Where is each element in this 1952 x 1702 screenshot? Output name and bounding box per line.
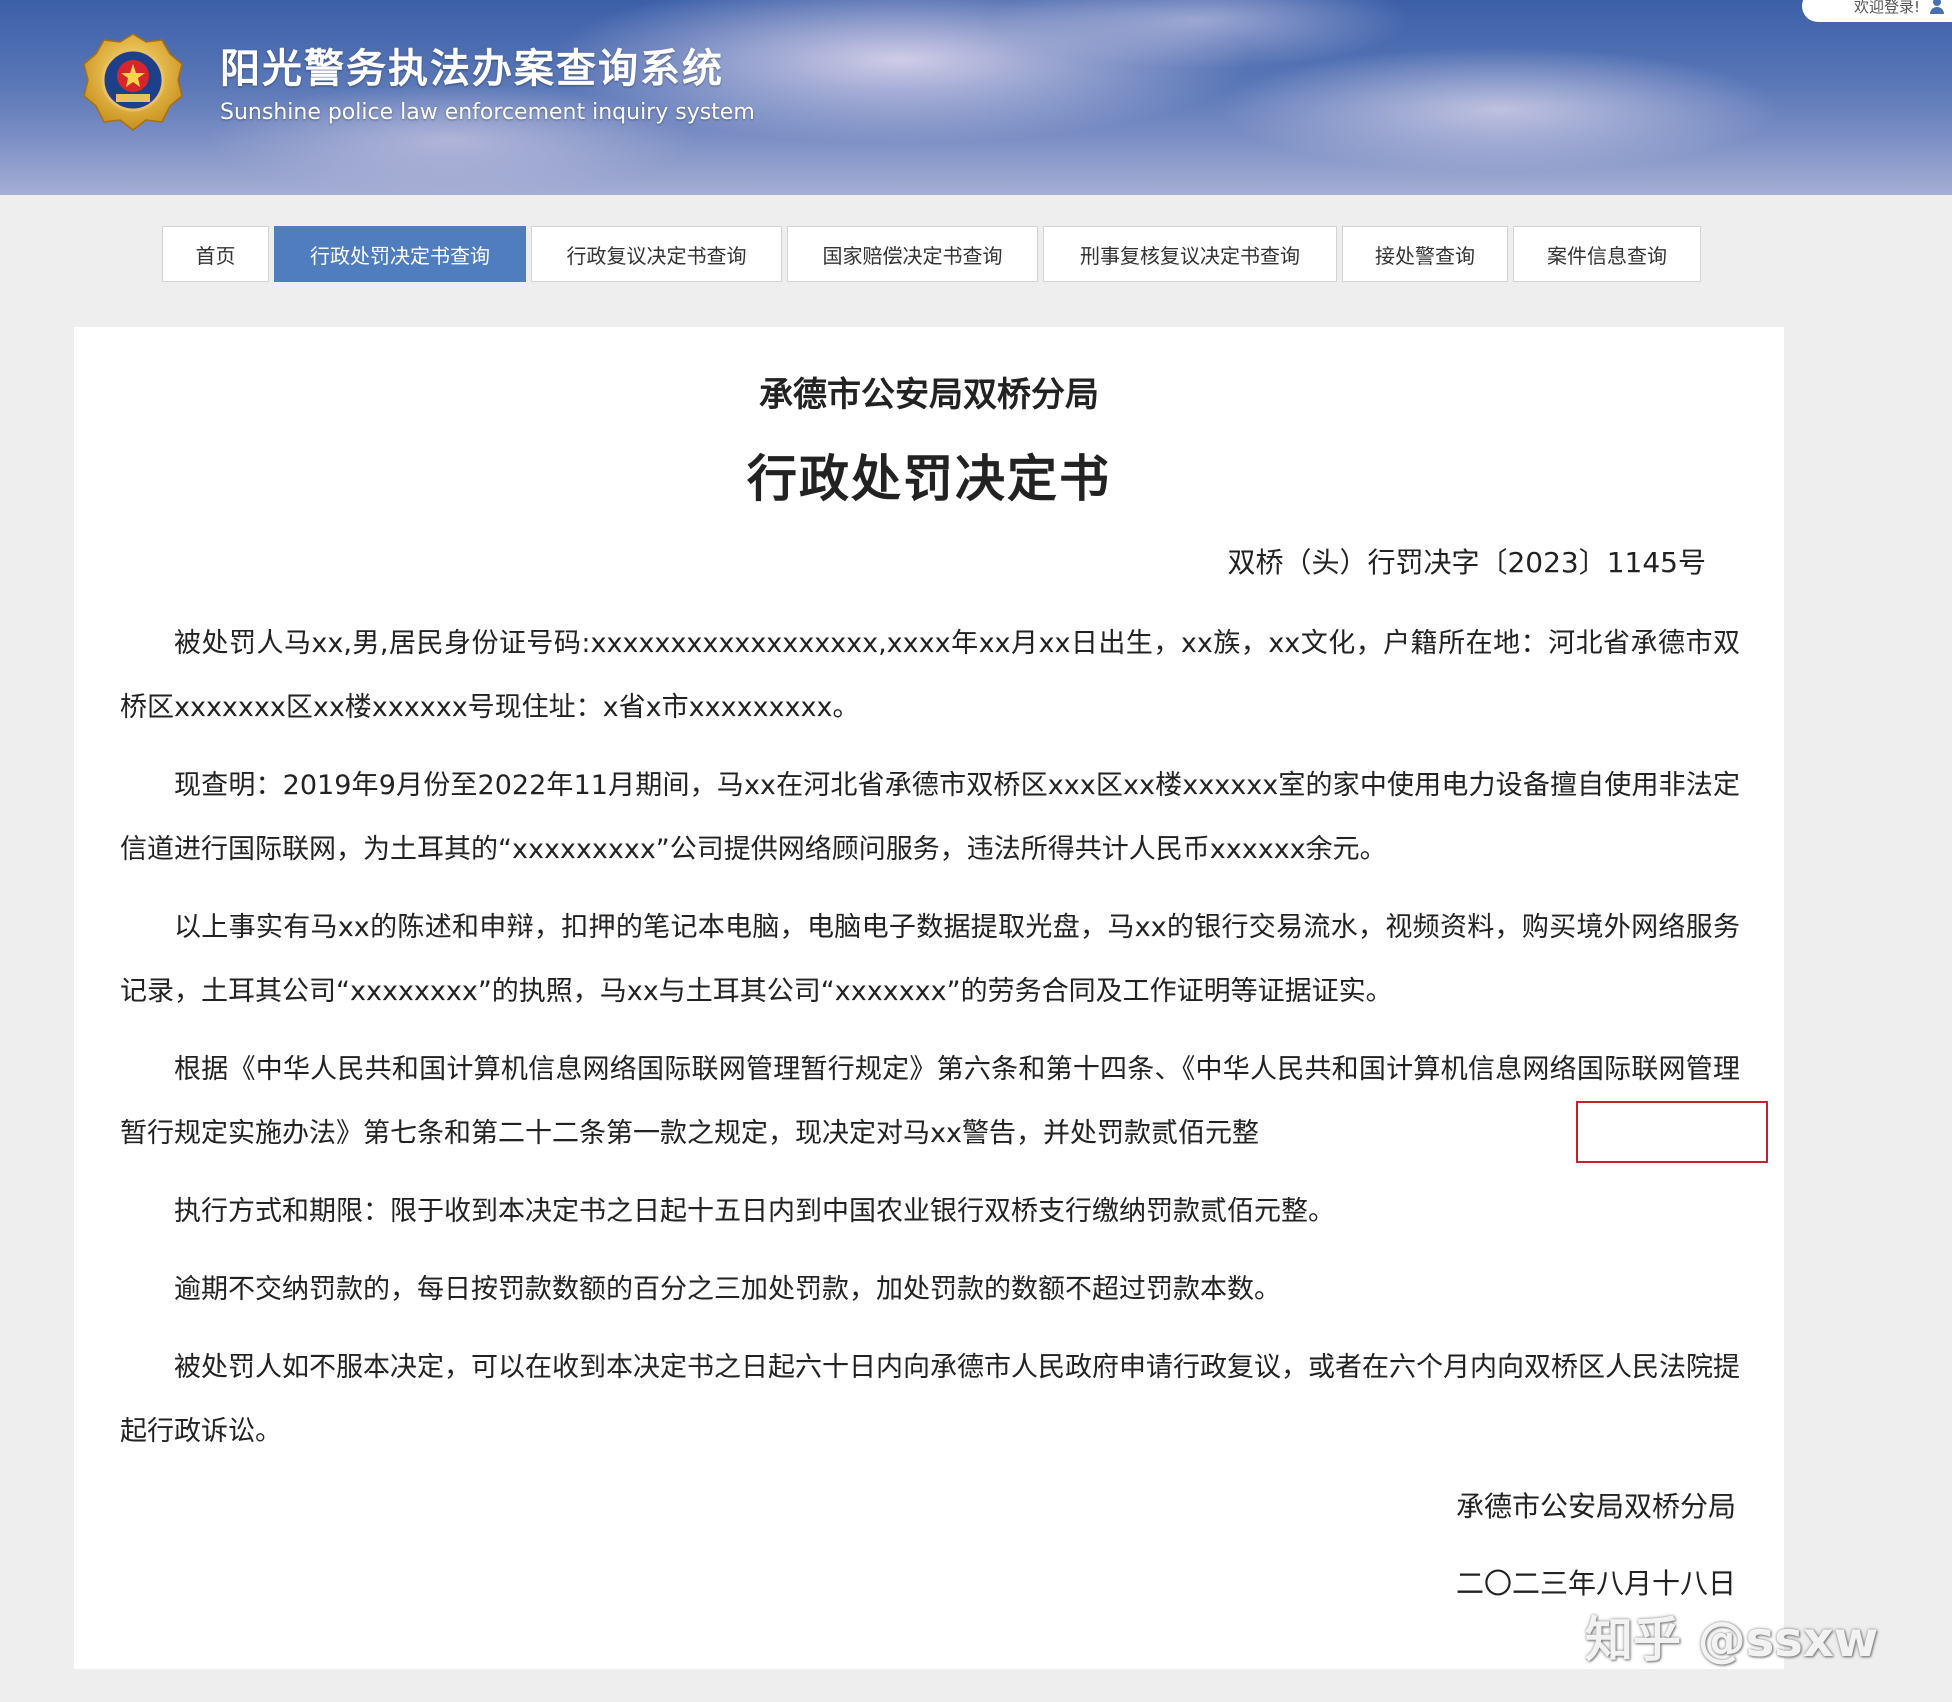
paragraph-late-penalty: 逾期不交纳罚款的，每日按罚款数额的百分之三加处罚款，加处罚款的数额不超过罚款本数… xyxy=(174,1274,1281,1305)
tab-admin-penalty-decision[interactable]: 行政处罚决定书查询 xyxy=(274,226,526,282)
site-header: 阳光警务执法办案查询系统 Sunshine police law enforce… xyxy=(0,0,1952,195)
tab-label: 案件信息查询 xyxy=(1547,243,1667,268)
tab-label: 行政处罚决定书查询 xyxy=(310,243,490,268)
signature-org: 承德市公安局双桥分局 xyxy=(1455,1490,1736,1523)
watermark: 知乎 @ssxw xyxy=(1585,1612,1879,1668)
tab-label: 接处警查询 xyxy=(1375,243,1475,268)
document-title: 行政处罚决定书 xyxy=(747,450,1111,508)
tab-label: 首页 xyxy=(195,243,236,268)
document-issuing-org: 承德市公安局双桥分局 xyxy=(759,375,1099,415)
police-emblem-icon xyxy=(83,33,183,131)
tab-home[interactable]: 首页 xyxy=(162,226,269,282)
signature-date: 二〇二三年八月十八日 xyxy=(1455,1567,1736,1600)
user-icon xyxy=(1930,0,1944,14)
tab-label: 国家赔偿决定书查询 xyxy=(822,243,1003,268)
login-text: 欢迎登录! xyxy=(1853,0,1920,16)
tab-state-compensation-decision[interactable]: 国家赔偿决定书查询 xyxy=(787,226,1038,282)
paragraph-party-info: 被处罚人马xx,男,居民身份证号码:xxxxxxxxxxxxxxxxxx,xxx… xyxy=(120,628,1740,723)
login-link[interactable]: 欢迎登录! xyxy=(1802,0,1952,22)
tab-criminal-review-decision[interactable]: 刑事复核复议决定书查询 xyxy=(1043,226,1337,282)
site-subtitle: Sunshine police law enforcement inquiry … xyxy=(220,100,755,125)
tab-police-dispatch[interactable]: 接处警查询 xyxy=(1342,226,1508,282)
tab-admin-review-decision[interactable]: 行政复议决定书查询 xyxy=(531,226,782,282)
main-nav: 首页 行政处罚决定书查询 行政复议决定书查询 国家赔偿决定书查询 刑事复核复议决… xyxy=(162,226,1706,282)
document-number: 双桥（头）行罚决字〔2023〕1145号 xyxy=(1227,546,1706,579)
paragraph-execution: 执行方式和期限：限于收到本决定书之日起十五日内到中国农业银行双桥支行缴纳罚款贰佰… xyxy=(174,1196,1335,1227)
site-title: 阳光警务执法办案查询系统 xyxy=(220,46,724,92)
paragraph-appeal-rights: 被处罚人如不服本决定，可以在收到本决定书之日起六十日内向承德市人民政府申请行政复… xyxy=(120,1352,1740,1447)
paragraph-findings: 现查明：2019年9月份至2022年11月期间，马xx在河北省承德市双桥区xxx… xyxy=(120,770,1740,865)
highlight-box xyxy=(1576,1101,1768,1163)
decision-document: 承德市公安局双桥分局 行政处罚决定书 双桥（头）行罚决字〔2023〕1145号 … xyxy=(74,327,1784,1669)
document-body: 被处罚人马xx,男,居民身份证号码:xxxxxxxxxxxxxxxxxx,xxx… xyxy=(120,612,1740,1478)
paragraph-evidence: 以上事实有马xx的陈述和申辩，扣押的笔记本电脑，电脑电子数据提取光盘，马xx的银… xyxy=(120,912,1740,1007)
paragraph-legal-basis: 根据《中华人民共和国计算机信息网络国际联网管理暂行规定》第六条和第十四条、《中华… xyxy=(120,1054,1740,1149)
tab-label: 行政复议决定书查询 xyxy=(566,243,747,268)
tab-label: 刑事复核复议决定书查询 xyxy=(1080,243,1300,268)
tab-case-info[interactable]: 案件信息查询 xyxy=(1513,226,1701,282)
